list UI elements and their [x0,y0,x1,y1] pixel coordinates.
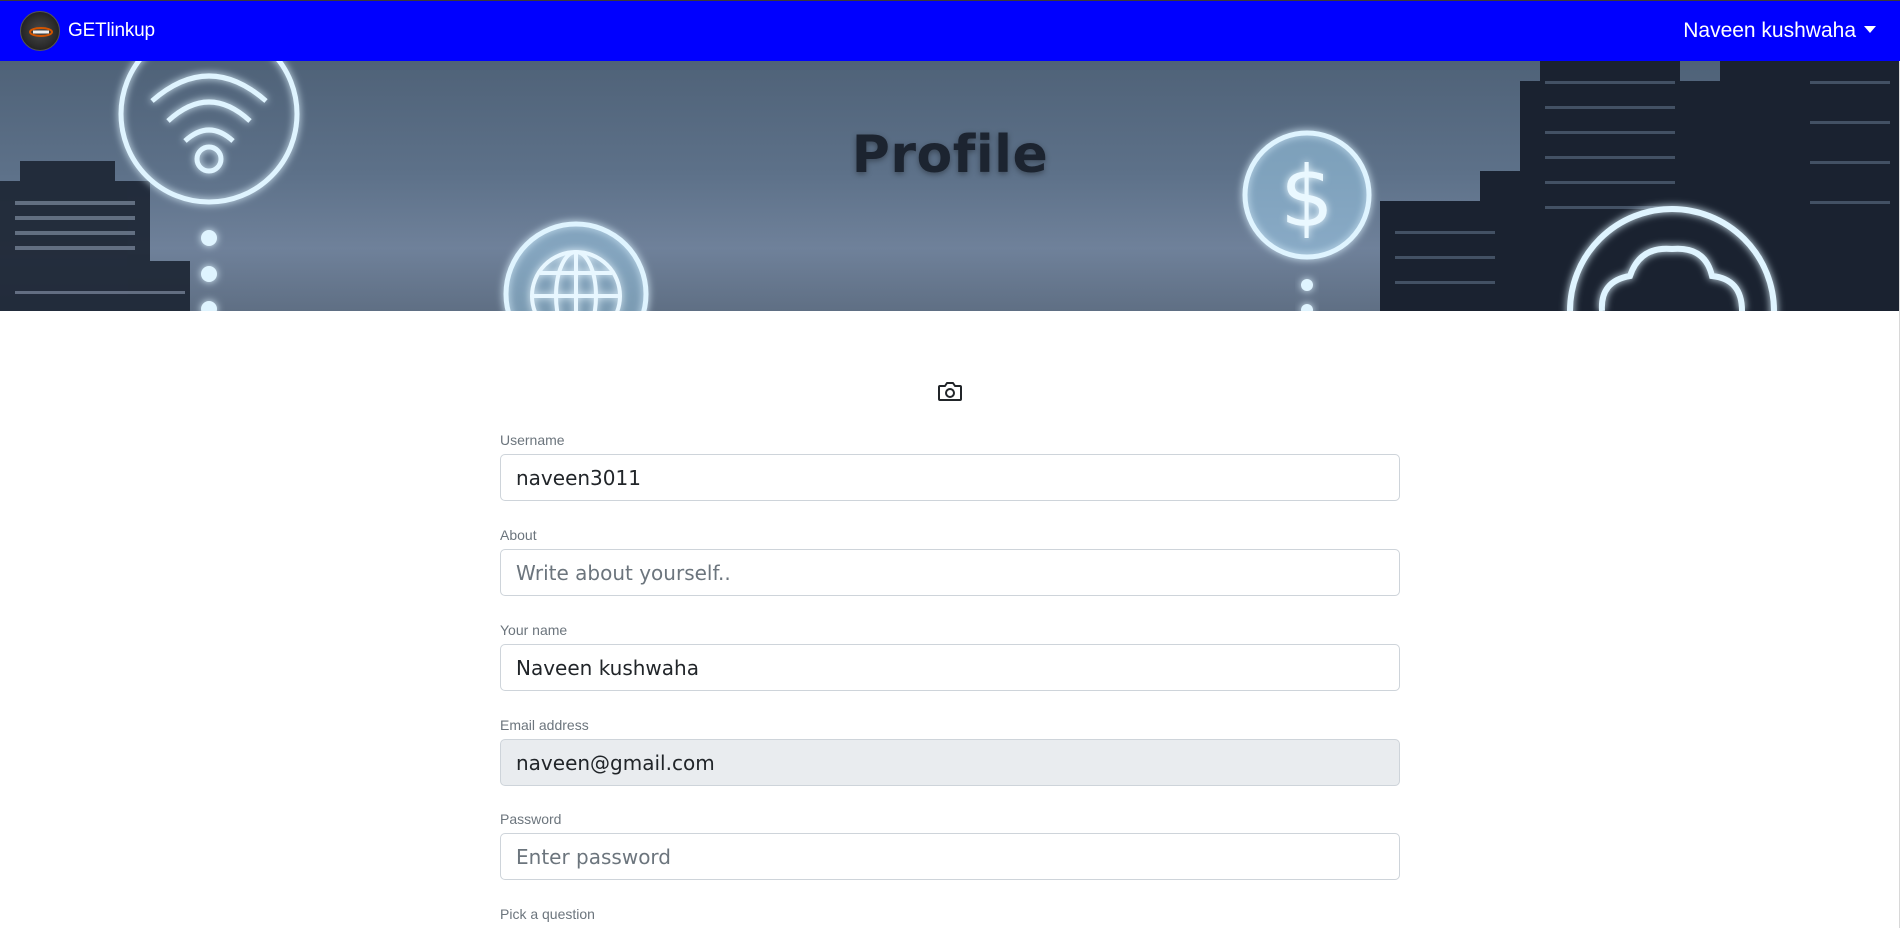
username-group: Username naveen3011 [500,432,1400,501]
brand-name: GETlinkup [68,20,155,41]
page: GETlinkup Naveen kushwaha $ Profile User… [0,0,1900,928]
brand-logo-icon [20,11,60,51]
brand-link[interactable]: GETlinkup [20,11,155,51]
profile-banner: $ Profile [0,61,1900,311]
name-group: Your name Naveen kushwaha [500,622,1400,691]
email-input: naveen@gmail.com [500,739,1400,786]
top-navbar: GETlinkup Naveen kushwaha [0,0,1900,61]
username-label: Username [500,432,565,448]
name-input[interactable]: Naveen kushwaha [500,644,1400,691]
page-title: Profile [851,125,1049,185]
email-label: Email address [500,717,589,733]
question-label: Pick a question [500,906,595,922]
username-input[interactable]: naveen3011 [500,454,1400,501]
password-group: Password Enter password [500,811,1400,880]
email-group: Email address naveen@gmail.com [500,717,1400,786]
camera-icon[interactable] [937,380,963,402]
user-name: Naveen kushwaha [1683,19,1856,42]
about-label: About [500,527,537,543]
password-input[interactable]: Enter password [500,833,1400,880]
name-label: Your name [500,622,568,638]
about-group: About Write about yourself.. [500,527,1400,596]
user-menu-dropdown[interactable]: Naveen kushwaha [1683,19,1876,43]
password-label: Password [500,811,562,827]
chevron-down-icon [1864,25,1876,33]
banner-background-image: $ [0,61,1900,311]
about-input[interactable]: Write about yourself.. [500,549,1400,596]
question-group: Pick a question [500,906,1400,928]
